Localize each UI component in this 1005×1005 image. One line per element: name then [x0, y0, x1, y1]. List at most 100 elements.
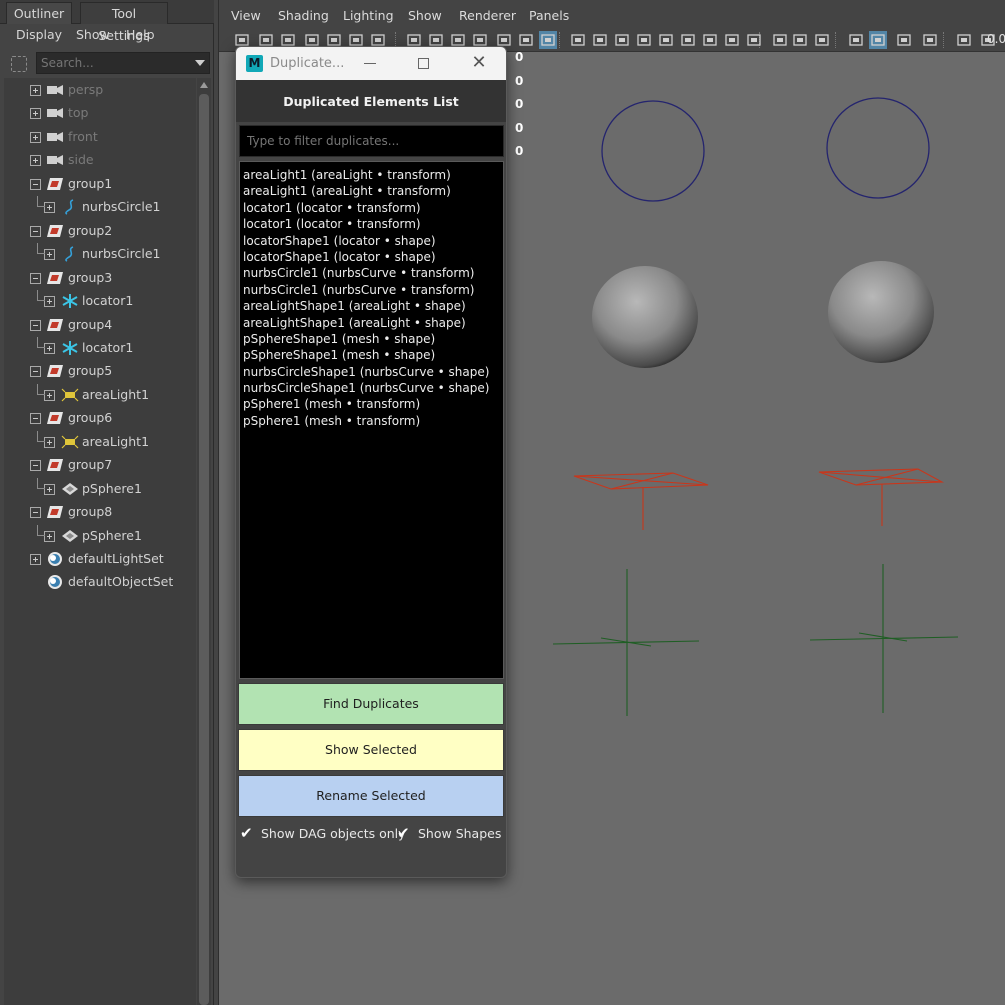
- maximize-icon[interactable]: [418, 58, 429, 69]
- view-transform-icon[interactable]: [955, 31, 973, 49]
- find-duplicates-button[interactable]: Find Duplicates: [238, 683, 504, 725]
- nurbs-circle-shape[interactable]: [601, 100, 705, 202]
- expand-icon[interactable]: [44, 530, 55, 542]
- duplicate-list-item[interactable]: nurbsCircleShape1 (nurbsCurve • shape): [243, 380, 503, 396]
- menu-shading[interactable]: Shading: [278, 8, 329, 23]
- xray-joints-icon[interactable]: [745, 31, 763, 49]
- outliner-search-input[interactable]: [36, 52, 210, 74]
- filter-icon[interactable]: [11, 56, 27, 72]
- collapse-icon[interactable]: [30, 413, 41, 425]
- use-lights-icon[interactable]: [569, 31, 587, 49]
- outliner-item[interactable]: group4: [4, 314, 196, 336]
- xray-components-icon[interactable]: [771, 31, 789, 49]
- outliner-item[interactable]: group1: [4, 173, 196, 195]
- locator-shape[interactable]: [809, 564, 959, 713]
- duplicate-list-item[interactable]: pSphere1 (mesh • transform): [243, 413, 503, 429]
- tab-tool-settings[interactable]: Tool Settings: [80, 2, 168, 43]
- duplicate-list-item[interactable]: locator1 (locator • transform): [243, 216, 503, 232]
- menu-lighting[interactable]: Lighting: [343, 8, 394, 23]
- dialog-title-bar[interactable]: M Duplicate... ✕: [236, 47, 506, 80]
- outliner-item[interactable]: persp: [4, 79, 196, 101]
- minimize-icon[interactable]: [364, 63, 376, 64]
- area-light-shape[interactable]: [573, 472, 709, 530]
- outliner-item[interactable]: top: [4, 102, 196, 124]
- exposure-icon[interactable]: [869, 31, 887, 49]
- outliner-item[interactable]: group7: [4, 454, 196, 476]
- sphere-mesh[interactable]: [592, 266, 698, 368]
- screen-space-ao-icon[interactable]: [613, 31, 631, 49]
- duplicate-list-item[interactable]: pSphereShape1 (mesh • shape): [243, 347, 503, 363]
- outliner-item[interactable]: group3: [4, 267, 196, 289]
- outliner-scrollbar[interactable]: [197, 78, 211, 1005]
- duplicates-filter-input[interactable]: [239, 125, 504, 157]
- outliner-item[interactable]: group5: [4, 360, 196, 382]
- nurbs-circle-shape[interactable]: [826, 97, 930, 199]
- outliner-item[interactable]: defaultObjectSet: [4, 571, 196, 593]
- collapse-icon[interactable]: [30, 366, 41, 378]
- outliner-item[interactable]: group6: [4, 407, 196, 429]
- outliner-item[interactable]: front: [4, 126, 196, 148]
- duplicate-list-item[interactable]: pSphere1 (mesh • transform): [243, 396, 503, 412]
- duplicate-list-item[interactable]: nurbsCircle1 (nurbsCurve • transform): [243, 265, 503, 281]
- sphere-mesh[interactable]: [828, 261, 934, 363]
- menu-help[interactable]: Help: [126, 27, 155, 42]
- collapse-icon[interactable]: [30, 272, 41, 284]
- menu-show-viewport[interactable]: Show: [408, 8, 442, 23]
- rename-selected-button[interactable]: Rename Selected: [238, 775, 504, 817]
- depth-of-field-icon[interactable]: [679, 31, 697, 49]
- expand-icon[interactable]: [44, 342, 55, 354]
- outliner-item[interactable]: pSphere1: [4, 524, 196, 547]
- expand-icon[interactable]: [30, 108, 41, 120]
- anti-alias-icon[interactable]: [657, 31, 675, 49]
- gamma-icon[interactable]: [895, 31, 913, 49]
- expand-icon[interactable]: [44, 483, 55, 495]
- hud-icon[interactable]: [847, 31, 865, 49]
- locator-shape[interactable]: [552, 569, 700, 716]
- outliner-item[interactable]: side: [4, 149, 196, 171]
- collapse-icon[interactable]: [30, 319, 41, 331]
- close-icon[interactable]: ✕: [470, 54, 488, 72]
- textured-icon[interactable]: [539, 31, 557, 49]
- outliner-item[interactable]: areaLight1: [4, 430, 196, 453]
- duplicate-list-item[interactable]: locatorShape1 (locator • shape): [243, 249, 503, 265]
- menu-view[interactable]: View: [231, 8, 261, 23]
- duplicate-list-item[interactable]: nurbsCircle1 (nurbsCurve • transform): [243, 282, 503, 298]
- expand-icon[interactable]: [44, 389, 55, 401]
- expand-icon[interactable]: [44, 436, 55, 448]
- expand-icon[interactable]: [30, 155, 41, 167]
- isolate-select-icon[interactable]: [701, 31, 719, 49]
- duplicate-list-item[interactable]: nurbsCircleShape1 (nurbsCurve • shape): [243, 364, 503, 380]
- expand-icon[interactable]: [44, 249, 55, 261]
- outliner-item[interactable]: defaultLightSet: [4, 548, 196, 570]
- expand-icon[interactable]: [30, 131, 41, 143]
- outliner-item[interactable]: pSphere1: [4, 477, 196, 500]
- duplicate-list-item[interactable]: areaLightShape1 (areaLight • shape): [243, 298, 503, 314]
- expand-icon[interactable]: [44, 296, 55, 308]
- toolbar-value-field[interactable]: 0.0: [987, 32, 1005, 46]
- search-dropdown-arrow-icon[interactable]: [195, 60, 205, 66]
- manipulator-icon[interactable]: [813, 31, 831, 49]
- collapse-icon[interactable]: [30, 507, 41, 519]
- outliner-item[interactable]: group8: [4, 501, 196, 523]
- outliner-item[interactable]: areaLight1: [4, 383, 196, 406]
- expand-icon[interactable]: [30, 85, 41, 96]
- collapse-icon[interactable]: [30, 225, 41, 237]
- tab-outliner[interactable]: Outliner: [6, 2, 72, 24]
- menu-show[interactable]: Show: [76, 27, 110, 42]
- outliner-item[interactable]: locator1: [4, 336, 196, 359]
- collapse-icon[interactable]: [30, 460, 41, 472]
- outliner-item[interactable]: group2: [4, 220, 196, 242]
- duplicates-list[interactable]: areaLight1 (areaLight • transform) areaLi…: [239, 161, 504, 679]
- duplicate-list-item[interactable]: areaLight1 (areaLight • transform): [243, 183, 503, 199]
- outliner-item[interactable]: nurbsCircle1: [4, 196, 196, 218]
- duplicate-list-item[interactable]: pSphereShape1 (mesh • shape): [243, 331, 503, 347]
- menu-renderer[interactable]: Renderer: [459, 8, 516, 23]
- backface-icon[interactable]: [791, 31, 809, 49]
- duplicate-list-item[interactable]: locator1 (locator • transform): [243, 200, 503, 216]
- duplicate-list-item[interactable]: areaLight1 (areaLight • transform): [243, 167, 503, 183]
- outliner-item[interactable]: locator1: [4, 290, 196, 312]
- collapse-icon[interactable]: [30, 178, 41, 190]
- color-management-icon[interactable]: [921, 31, 939, 49]
- scroll-up-arrow-icon[interactable]: [200, 82, 208, 88]
- shadows-icon[interactable]: [591, 31, 609, 49]
